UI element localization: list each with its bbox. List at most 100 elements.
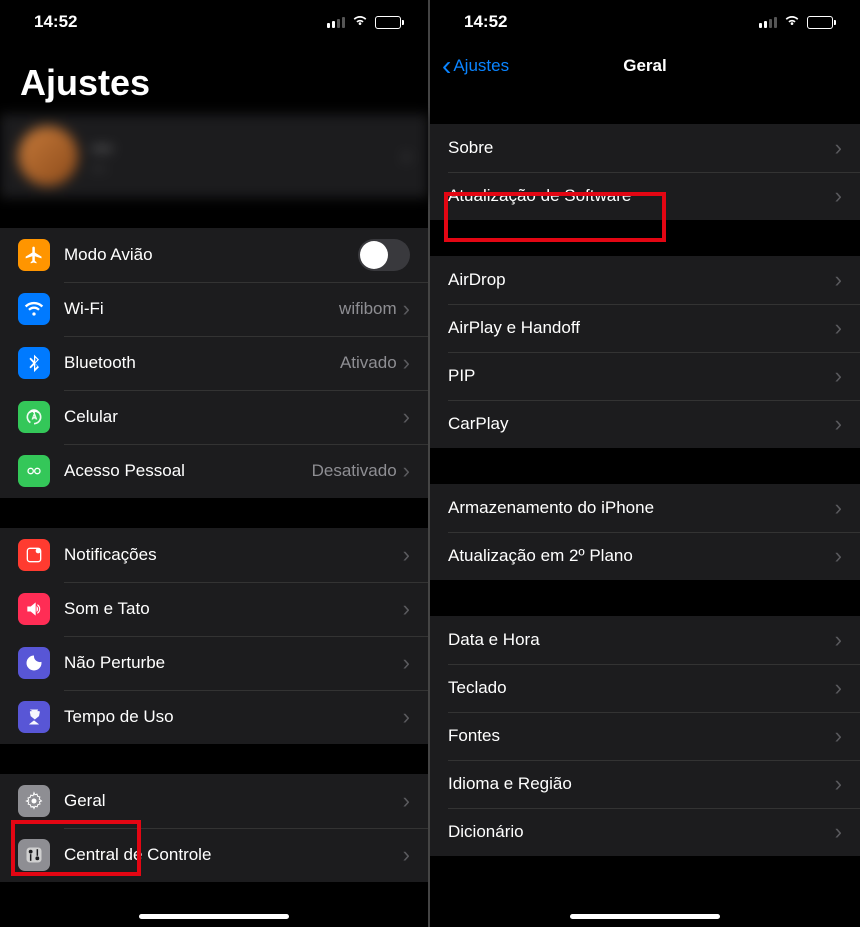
language-row[interactable]: Idioma e Região› (430, 760, 860, 808)
airdrop-row[interactable]: AirDrop› (430, 256, 860, 304)
status-time: 14:52 (464, 12, 507, 32)
chevron-right-icon: › (403, 542, 410, 568)
apple-id-row[interactable]: — — › (0, 114, 428, 198)
page-title: Ajustes (0, 44, 428, 114)
chevron-right-icon: › (835, 819, 842, 845)
datetime-row[interactable]: Data e Hora› (430, 616, 860, 664)
row-label: PIP (448, 366, 835, 386)
battery-icon (375, 16, 404, 29)
hotspot-row[interactable]: Acesso PessoalDesativado› (0, 444, 428, 498)
row-label: CarPlay (448, 414, 835, 434)
chevron-right-icon: › (835, 315, 842, 341)
row-label: AirPlay e Handoff (448, 318, 835, 338)
chevron-right-icon: › (403, 143, 410, 169)
nav-bar: ‹ Ajustes Geral (430, 44, 860, 88)
status-bar: 14:52 (430, 0, 860, 44)
row-label: Som e Tato (64, 599, 403, 619)
row-label: Geral (64, 791, 403, 811)
toggle-switch[interactable] (358, 239, 410, 271)
profile-subtitle: — (92, 160, 389, 175)
airplane-mode-row[interactable]: Modo Avião (0, 228, 428, 282)
control-center-row[interactable]: Central de Controle› (0, 828, 428, 882)
chevron-right-icon: › (835, 363, 842, 389)
profile-name: — (92, 137, 389, 160)
row-label: Acesso Pessoal (64, 461, 312, 481)
row-label: Dicionário (448, 822, 835, 842)
notif-icon (18, 539, 50, 571)
home-indicator[interactable] (570, 914, 720, 919)
wifi-row[interactable]: Wi-Fiwifibom› (0, 282, 428, 336)
chevron-right-icon: › (403, 596, 410, 622)
back-button[interactable]: ‹ Ajustes (442, 52, 509, 80)
chevron-right-icon: › (403, 350, 410, 376)
row-label: Atualização de Software (448, 186, 835, 206)
row-label: Idioma e Região (448, 774, 835, 794)
chevron-right-icon: › (835, 675, 842, 701)
fonts-row[interactable]: Fontes› (430, 712, 860, 760)
bluetooth-row[interactable]: BluetoothAtivado › (0, 336, 428, 390)
wifi-icon (351, 12, 369, 32)
cellular-icon (18, 401, 50, 433)
chevron-right-icon: › (835, 411, 842, 437)
hotspot-icon (18, 455, 50, 487)
row-label: Bluetooth (64, 353, 340, 373)
chevron-right-icon: › (403, 296, 410, 322)
cellular-row[interactable]: Celular› (0, 390, 428, 444)
chevron-left-icon: ‹ (442, 52, 451, 80)
storage-group: Armazenamento do iPhone›Atualização em 2… (430, 484, 860, 580)
notifications-row[interactable]: Notificações› (0, 528, 428, 582)
chevron-right-icon: › (403, 404, 410, 430)
row-label: Atualização em 2º Plano (448, 546, 835, 566)
carplay-row[interactable]: CarPlay› (430, 400, 860, 448)
airplane-icon (18, 239, 50, 271)
cellular-signal-icon (327, 17, 345, 28)
pip-row[interactable]: PIP› (430, 352, 860, 400)
row-label: Data e Hora (448, 630, 835, 650)
chevron-right-icon: › (835, 135, 842, 161)
chevron-right-icon: › (835, 627, 842, 653)
connectivity-features-group: AirDrop›AirPlay e Handoff›PIP›CarPlay› (430, 256, 860, 448)
alerts-group: Notificações›Som e Tato›Não Perturbe›Tem… (0, 528, 428, 744)
wifi-icon (783, 12, 801, 32)
connectivity-group: Modo AviãoWi-Fiwifibom› BluetoothAtivado ›… (0, 228, 428, 498)
storage-row[interactable]: Armazenamento do iPhone› (430, 484, 860, 532)
row-value: Ativado (340, 353, 397, 373)
row-label: Wi-Fi (64, 299, 339, 319)
row-label: AirDrop (448, 270, 835, 290)
about-row[interactable]: Sobre› (430, 124, 860, 172)
chevron-right-icon: › (835, 543, 842, 569)
chevron-right-icon: › (403, 842, 410, 868)
back-label: Ajustes (453, 56, 509, 76)
keyboard-row[interactable]: Teclado› (430, 664, 860, 712)
status-bar: 14:52 (0, 0, 428, 44)
chevron-right-icon: › (835, 267, 842, 293)
sound-icon (18, 593, 50, 625)
row-label: Celular (64, 407, 403, 427)
software-update-row[interactable]: Atualização de Software› (430, 172, 860, 220)
wifi-icon (18, 293, 50, 325)
dictionary-row[interactable]: Dicionário› (430, 808, 860, 856)
cellular-signal-icon (759, 17, 777, 28)
locale-group: Data e Hora›Teclado›Fontes›Idioma e Regi… (430, 616, 860, 856)
battery-icon (807, 16, 836, 29)
chevron-right-icon: › (403, 650, 410, 676)
row-label: Fontes (448, 726, 835, 746)
row-label: Não Perturbe (64, 653, 403, 673)
row-label: Tempo de Uso (64, 707, 403, 727)
dnd-row[interactable]: Não Perturbe› (0, 636, 428, 690)
screentime-icon (18, 701, 50, 733)
sound-row[interactable]: Som e Tato› (0, 582, 428, 636)
about-group: Sobre›Atualização de Software› (430, 124, 860, 220)
general-row[interactable]: Geral› (0, 774, 428, 828)
general-icon (18, 785, 50, 817)
home-indicator[interactable] (139, 914, 289, 919)
settings-main-screen: 14:52 Ajustes — — › Modo AviãoWi-Fiwifib… (0, 0, 430, 927)
screentime-row[interactable]: Tempo de Uso› (0, 690, 428, 744)
airplay-row[interactable]: AirPlay e Handoff› (430, 304, 860, 352)
background-refresh-row[interactable]: Atualização em 2º Plano› (430, 532, 860, 580)
status-time: 14:52 (34, 12, 77, 32)
dnd-icon (18, 647, 50, 679)
chevron-right-icon: › (403, 788, 410, 814)
row-value: Desativado (312, 461, 397, 481)
chevron-right-icon: › (403, 704, 410, 730)
